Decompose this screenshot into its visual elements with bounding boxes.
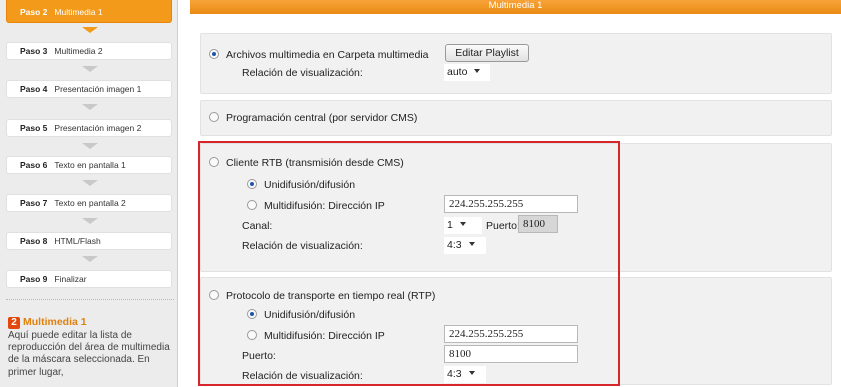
ratio-label: Relación de visualización: [242,240,363,252]
chevron-down-icon [459,222,466,226]
rtb-ip-field[interactable]: 224.255.255.255 [444,195,578,213]
step-number: Paso 9 [20,274,48,284]
ratio-select-value: auto [447,66,468,78]
panel-carpeta-multimedia [200,33,832,94]
step-7-texto-en-pantalla-2[interactable]: Paso 7 Texto en pantalla 2 [6,194,172,212]
channel-label: Canal: [242,220,273,232]
step-2-multimedia-1[interactable]: Paso 2 Multimedia 1 [6,0,172,23]
radio-checked-icon[interactable] [247,179,257,189]
option-carpeta-multimedia[interactable]: Archivos multimedia en Carpeta multimedi… [209,49,429,61]
channel-select-value: 1 [447,219,453,231]
step-arrow-icon [82,180,98,186]
main-content: Multimedia 1 Archivos multimedia en Carp… [190,0,841,387]
rtp-multicast-option[interactable]: Multidifusión: Dirección IP [247,330,385,342]
rtp-unicast-option[interactable]: Unidifusión/difusión [247,309,355,321]
chevron-down-icon [474,69,481,73]
step-arrow-icon [82,27,98,33]
chevron-down-icon [468,242,475,246]
rtp-port-field[interactable]: 8100 [444,345,578,363]
ratio-select[interactable]: auto [444,64,490,81]
option-label: Protocolo de transporte en tiempo real (… [226,290,436,302]
option-rtp[interactable]: Protocolo de transporte en tiempo real (… [209,290,435,302]
step-label: Presentación imagen 1 [54,84,142,94]
step-number: Paso 7 [20,198,48,208]
edit-playlist-button[interactable]: Editar Playlist [445,44,529,62]
step-label: Finalizar [54,274,87,284]
step-arrow-icon [82,143,98,149]
radio-checked-icon[interactable] [247,309,257,319]
step-number: Paso 4 [20,84,48,94]
rtp-ip-field[interactable]: 224.255.255.255 [444,325,578,343]
option-label: Cliente RTB (transmisión desde CMS) [226,157,404,169]
step-label: Multimedia 1 [54,7,103,17]
rtb-port-field: 8100 [518,215,558,233]
step-number: Paso 8 [20,236,48,246]
step-label: HTML/Flash [54,236,101,246]
option-cms[interactable]: Programación central (por servidor CMS) [209,112,417,124]
page-title-bar: Multimedia 1 [190,0,841,14]
radio-checked-icon[interactable] [209,49,219,59]
step-8-html-flash[interactable]: Paso 8 HTML/Flash [6,232,172,250]
radio-unchecked-icon[interactable] [247,330,257,340]
option-label: Archivos multimedia en Carpeta multimedi… [226,49,429,61]
step-label: Multimedia 2 [54,46,103,56]
radio-unchecked-icon[interactable] [209,112,219,122]
step-arrow-icon [82,256,98,262]
step-label: Texto en pantalla 2 [54,198,126,208]
ratio-label: Relación de visualización: [242,370,363,382]
port-label: Puerto: [242,350,276,362]
ratio-select-value: 4:3 [447,239,462,251]
radio-unchecked-icon[interactable] [209,157,219,167]
rtb-unicast-option[interactable]: Unidifusión/difusión [247,179,355,191]
ratio-select-value: 4:3 [447,368,462,380]
channel-select[interactable]: 1 [444,217,482,234]
step-number: Paso 3 [20,46,48,56]
option-label: Unidifusión/difusión [264,179,356,191]
ratio-select[interactable]: 4:3 [444,366,486,383]
ratio-label: Relación de visualización: [242,67,363,79]
step-6-texto-en-pantalla-1[interactable]: Paso 6 Texto en pantalla 1 [6,156,172,174]
step-5-presentacion-imagen-2[interactable]: Paso 5 Presentación imagen 2 [6,119,172,137]
step-arrow-icon [82,104,98,110]
help-title-text: Multimedia 1 [23,316,87,328]
step-label: Presentación imagen 2 [54,123,142,133]
port-label: Puerto: [486,220,520,232]
help-title: 2 Multimedia 1 [8,316,87,329]
chevron-down-icon [468,371,475,375]
step-arrow-icon [82,66,98,72]
step-number: Paso 6 [20,160,48,170]
step-arrow-icon [82,218,98,224]
option-label: Multidifusión: Dirección IP [264,330,385,342]
step-number: Paso 2 [20,7,48,17]
rtb-multicast-option[interactable]: Multidifusión: Dirección IP [247,200,385,212]
radio-unchecked-icon[interactable] [209,290,219,300]
option-label: Multidifusión: Dirección IP [264,200,385,212]
step-9-finalizar[interactable]: Paso 9 Finalizar [6,270,172,288]
step-label: Texto en pantalla 1 [54,160,126,170]
ratio-select[interactable]: 4:3 [444,237,486,254]
wizard-sidebar: Paso 2 Multimedia 1 Paso 3 Multimedia 2 Pa… [0,0,178,387]
option-label: Unidifusión/difusión [264,309,356,321]
radio-unchecked-icon[interactable] [247,200,257,210]
step-badge-icon: 2 [8,317,20,329]
option-rtb[interactable]: Cliente RTB (transmisión desde CMS) [209,157,404,169]
help-text: Aquí puede editar la lista de reproducci… [8,330,170,378]
option-label: Programación central (por servidor CMS) [226,112,418,124]
sidebar-divider [6,299,174,300]
step-number: Paso 5 [20,123,48,133]
step-4-presentacion-imagen-1[interactable]: Paso 4 Presentación imagen 1 [6,80,172,98]
step-3-multimedia-2[interactable]: Paso 3 Multimedia 2 [6,42,172,60]
